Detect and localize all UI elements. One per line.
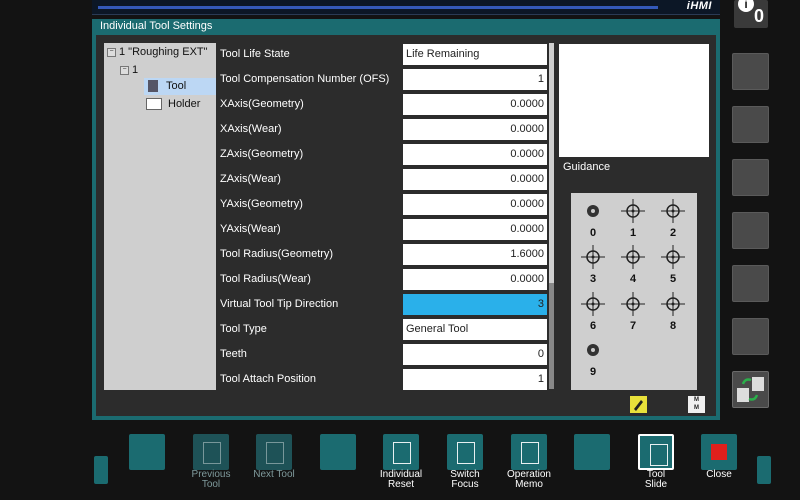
softkey-label: Close — [706, 469, 732, 480]
info-count: 0 — [754, 6, 765, 26]
status-line — [98, 6, 658, 9]
softkey-icon — [650, 444, 668, 466]
tree-child-node[interactable]: −1 — [120, 64, 138, 76]
switch-screen-icon — [737, 377, 764, 402]
softkey-icon — [203, 442, 221, 464]
tool-tree: −1 "Roughing EXT" −1 Tool Holder — [104, 43, 216, 390]
param-label: Tool Attach Position — [220, 373, 317, 385]
brand-logo: iHMI — [686, 0, 712, 12]
param-label: YAxis(Wear) — [220, 223, 281, 235]
param-value-field[interactable]: 0.0000 — [403, 119, 547, 140]
guidance-label: Guidance — [563, 161, 611, 173]
softkey-label: Operation Memo — [507, 469, 551, 490]
right-softkey-2[interactable] — [732, 106, 769, 143]
param-value-field[interactable]: 0 — [403, 344, 547, 365]
param-value-field[interactable]: 3 — [403, 294, 547, 315]
softkey-8[interactable] — [574, 434, 610, 470]
softkey-icon — [457, 442, 475, 464]
collapse-icon[interactable]: − — [107, 47, 116, 57]
close-icon — [711, 444, 727, 460]
param-label: Tool Type — [220, 323, 267, 335]
tip-direction-2: 2 — [655, 197, 691, 241]
softkey-label: Individual Reset — [379, 469, 423, 490]
param-label: Virtual Tool Tip Direction — [220, 298, 339, 310]
param-value-field[interactable]: General Tool — [403, 319, 547, 340]
tip-direction-9: 9 — [575, 336, 611, 380]
param-value-field[interactable]: 1 — [403, 369, 547, 390]
right-softkey-5[interactable] — [732, 265, 769, 302]
edit-icon[interactable] — [630, 396, 647, 413]
param-value-field[interactable]: 0.0000 — [403, 94, 547, 115]
softkey-9[interactable] — [638, 434, 674, 470]
softkey-4[interactable] — [320, 434, 356, 470]
softkey-2[interactable] — [193, 434, 229, 470]
right-softkey-1[interactable] — [732, 53, 769, 90]
param-value-field[interactable]: 0.0000 — [403, 144, 547, 165]
info-badge[interactable]: i 0 — [734, 0, 768, 28]
panel-title: Individual Tool Settings — [100, 20, 213, 32]
softkey-3[interactable] — [256, 434, 292, 470]
softkey-icon — [266, 442, 284, 464]
tip-direction-0: 0 — [575, 197, 611, 241]
param-value-field[interactable]: 0.0000 — [403, 169, 547, 190]
param-label: ZAxis(Geometry) — [220, 148, 304, 160]
param-value-field[interactable]: 0.0000 — [403, 269, 547, 290]
param-label: ZAxis(Wear) — [220, 173, 281, 185]
scrollbar-thumb[interactable] — [549, 283, 554, 389]
softkey-6[interactable] — [447, 434, 483, 470]
softkey-label: Next Tool — [253, 469, 295, 480]
tip-direction-8: 8 — [655, 290, 691, 334]
param-label: Tool Radius(Geometry) — [220, 248, 334, 260]
right-softkey-6[interactable] — [732, 318, 769, 355]
param-label: Tool Life State — [220, 48, 290, 60]
collapse-icon[interactable]: − — [120, 65, 129, 75]
softkey-label: Previous Tool — [191, 469, 231, 490]
param-value-field[interactable]: 1 — [403, 69, 547, 90]
tool-icon — [148, 80, 158, 93]
softkey-10[interactable] — [701, 434, 737, 470]
tip-direction-6: 6 — [575, 290, 611, 334]
right-softkey-4[interactable] — [732, 212, 769, 249]
param-value-field[interactable]: 0.0000 — [403, 219, 547, 240]
softkey-scroll-left[interactable] — [94, 456, 108, 484]
softkey-label: Tool Slide — [644, 469, 668, 490]
param-label: XAxis(Geometry) — [220, 98, 304, 110]
param-label: Tool Radius(Wear) — [220, 273, 311, 285]
tree-root-node[interactable]: −1 "Roughing EXT" — [107, 46, 208, 58]
softkey-icon — [521, 442, 539, 464]
softkey-icon — [393, 442, 411, 464]
right-softkey-3[interactable] — [732, 159, 769, 196]
tip-direction-5: 5 — [655, 243, 691, 287]
softkey-scroll-right[interactable] — [757, 456, 771, 484]
tip-direction-7: 7 — [615, 290, 651, 334]
virtual-tip-direction-diagram: 0123456789 — [571, 193, 697, 390]
softkey-label: Switch Focus — [450, 469, 480, 490]
param-label: Tool Compensation Number (OFS) — [220, 73, 390, 85]
param-value-field[interactable]: 1.6000 — [403, 244, 547, 265]
param-label: Teeth — [220, 348, 247, 360]
info-icon: i — [738, 0, 754, 12]
param-value-field[interactable]: Life Remaining — [403, 44, 547, 65]
softkey-7[interactable] — [511, 434, 547, 470]
holder-icon — [146, 98, 162, 111]
tip-direction-3: 3 — [575, 243, 611, 287]
tree-item-tool[interactable]: Tool — [148, 80, 186, 93]
guidance-image-area — [559, 44, 709, 157]
param-value-field[interactable]: 0.0000 — [403, 194, 547, 215]
param-label: XAxis(Wear) — [220, 123, 282, 135]
top-status-bar: iHMI — [92, 0, 720, 15]
memo-icon[interactable]: MM — [688, 396, 705, 413]
softkey-1[interactable] — [129, 434, 165, 470]
param-label: YAxis(Geometry) — [220, 198, 303, 210]
tip-direction-1: 1 — [615, 197, 651, 241]
tree-item-holder[interactable]: Holder — [146, 98, 200, 111]
tip-direction-4: 4 — [615, 243, 651, 287]
switch-screen-button[interactable] — [732, 371, 769, 408]
softkey-5[interactable] — [383, 434, 419, 470]
